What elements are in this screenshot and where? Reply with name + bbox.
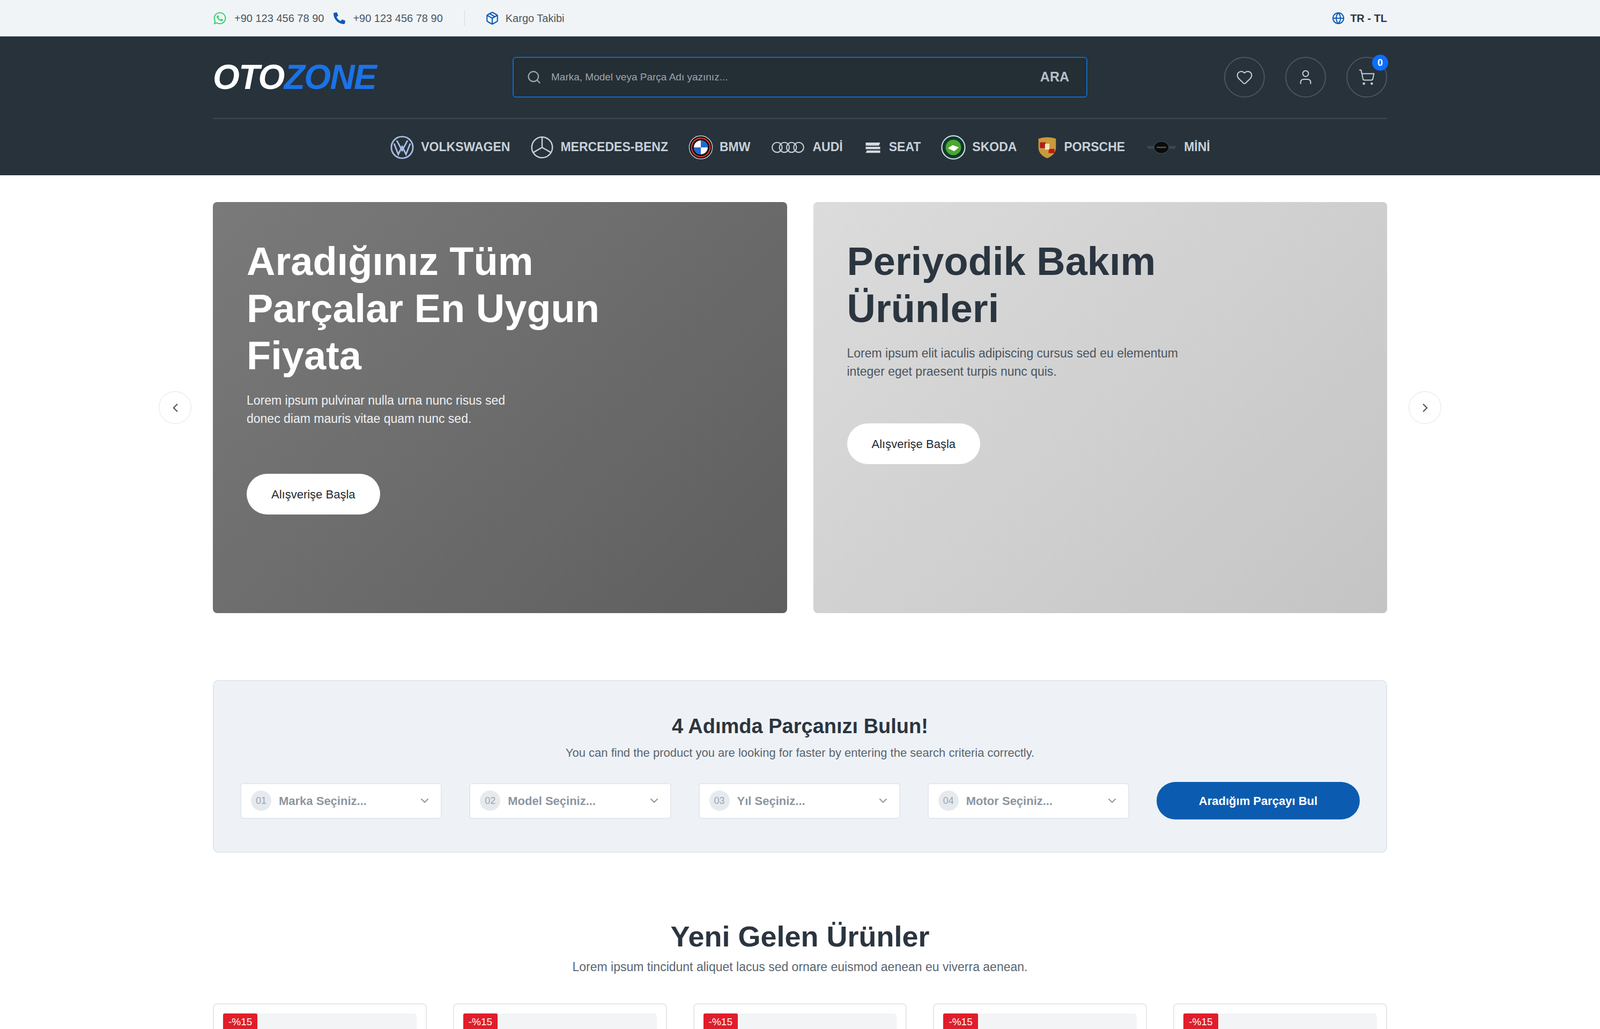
step-number: 04 [938, 790, 959, 812]
search-button[interactable]: ARA [1035, 67, 1074, 88]
chevron-right-icon [1418, 401, 1433, 416]
chevron-left-icon [168, 401, 183, 416]
brand-item[interactable]: PORSCHE [1036, 135, 1125, 160]
account-button[interactable] [1285, 56, 1327, 98]
product-card[interactable]: -%15 [932, 1003, 1147, 1029]
user-icon [1297, 68, 1315, 86]
logo[interactable]: OTOZONE [212, 60, 513, 95]
discount-badge: -%15 [943, 1013, 978, 1029]
product-card[interactable]: -%15 [693, 1003, 908, 1029]
brand-item[interactable]: VOLKSWAGEN [389, 135, 510, 160]
slider-next-button[interactable] [1408, 391, 1442, 425]
contact-item[interactable]: +90 123 456 78 90 [333, 10, 443, 27]
finder-select[interactable]: 02 Model Seçiniz... [469, 783, 671, 820]
chevron-down-icon [647, 794, 661, 808]
section-title: Yeni Gelen Ürünler [212, 919, 1388, 954]
discount-badge: -%15 [223, 1013, 258, 1029]
hero-banner[interactable]: Periyodik Bakım Ürünleri Lorem ipsum elit… [813, 202, 1388, 614]
mini-logo-icon [1145, 139, 1178, 156]
cart-icon [1358, 68, 1376, 86]
shop-button[interactable]: Alışverişe Başla [847, 423, 981, 465]
cart-button[interactable]: 0 [1346, 56, 1388, 98]
seat-logo-icon [863, 137, 883, 158]
brand-item[interactable]: SKODA [941, 135, 1017, 160]
search-icon [526, 69, 542, 85]
brand-item[interactable]: SEAT [863, 137, 922, 158]
hero-slider: Aradığınız Tüm Parçalar En Uygun Fiyata L… [212, 202, 1388, 614]
select-placeholder: Model Seçiniz... [507, 792, 640, 811]
heart-icon [1235, 68, 1254, 86]
banner-title: Aradığınız Tüm Parçalar En Uygun Fiyata [246, 238, 687, 380]
select-placeholder: Marka Seçiniz... [278, 792, 411, 811]
select-placeholder: Yıl Seçiniz... [737, 792, 870, 811]
brand-item[interactable]: MERCEDES-BENZ [530, 135, 669, 160]
discount-badge: -%15 [463, 1013, 498, 1029]
contact-text: +90 123 456 78 90 [352, 10, 443, 27]
package-icon [485, 11, 500, 26]
find-part-button[interactable]: Aradığım Parçayı Bul [1156, 782, 1360, 820]
finder-title: 4 Adımda Parçanızı Bulun! [240, 713, 1360, 740]
contact-item[interactable]: +90 123 456 78 90 [212, 10, 324, 27]
finder-select[interactable]: 03 Yıl Seçiniz... [698, 783, 901, 820]
brand-item[interactable]: MİNİ [1145, 137, 1211, 157]
product-card[interactable]: -%15 [453, 1003, 668, 1029]
finder-subtitle: You can find the product you are looking… [240, 744, 1360, 762]
phone-icon [333, 12, 346, 25]
header: OTOZONEMarka, Model veya Parça Adı yazın… [0, 36, 1600, 176]
select-placeholder: Motor Seçiniz... [966, 792, 1099, 811]
search-placeholder[interactable]: Marka, Model veya Parça Adı yazınız... [551, 69, 1027, 86]
page: +90 123 456 78 90 +90 123 456 78 90 Kargo … [0, 0, 1600, 1029]
banner-title: Periyodik Bakım Ürünleri [847, 238, 1287, 333]
whatsapp-icon [212, 11, 227, 26]
cart-badge: 0 [1372, 54, 1389, 71]
finder-select[interactable]: 01 Marka Seçiniz... [240, 783, 442, 820]
banner-text: Lorem ipsum pulvinar nulla urna nunc ris… [246, 391, 526, 428]
locale-selector[interactable]: TR - TL [1331, 10, 1388, 27]
banner-text: Lorem ipsum elit iaculis adipiscing curs… [847, 344, 1180, 381]
globe-icon [1331, 11, 1345, 25]
audi-logo-icon [770, 140, 806, 155]
shop-button[interactable]: Alışverişe Başla [246, 473, 381, 515]
discount-badge: -%15 [703, 1013, 738, 1029]
step-number: 01 [250, 790, 272, 812]
contact-text: +90 123 456 78 90 [234, 10, 324, 27]
part-finder: 4 Adımda Parçanızı Bulun! You can find th… [212, 680, 1388, 854]
finder-select[interactable]: 04 Motor Seçiniz... [927, 783, 1130, 820]
brand-item[interactable]: BMW [688, 135, 751, 160]
step-number: 03 [709, 790, 730, 812]
discount-badge: -%15 [1183, 1013, 1218, 1029]
brand-item[interactable]: AUDİ [770, 137, 843, 157]
bmw-logo-icon [688, 135, 714, 160]
slider-prev-button[interactable] [158, 391, 192, 425]
search-bar[interactable]: Marka, Model veya Parça Adı yazınız... AR… [512, 56, 1088, 98]
top-bar: +90 123 456 78 90 +90 123 456 78 90 Kargo … [0, 0, 1600, 37]
section-subtitle: Lorem ipsum tincidunt aliquet lacus sed … [212, 958, 1388, 977]
step-number: 02 [479, 790, 501, 812]
chevron-down-icon [1105, 794, 1119, 808]
tracking-link[interactable]: Kargo Takibi [485, 10, 565, 27]
mercedes-logo-icon [530, 135, 554, 160]
product-card[interactable]: -%15 [212, 1003, 427, 1029]
wishlist-button[interactable] [1224, 56, 1265, 98]
chevron-down-icon [418, 794, 432, 808]
vw-logo-icon [389, 135, 415, 160]
chevron-down-icon [876, 794, 890, 808]
product-card[interactable]: -%15 [1173, 1003, 1388, 1029]
porsche-logo-icon [1036, 135, 1058, 160]
skoda-logo-icon [941, 135, 966, 160]
divider [464, 10, 465, 26]
hero-banner[interactable]: Aradığınız Tüm Parçalar En Uygun Fiyata L… [212, 202, 788, 614]
new-products: Yeni Gelen Ürünler Lorem ipsum tincidunt … [212, 919, 1388, 1029]
brand-nav: VOLKSWAGEN MERCEDES-BENZ BMW AUDİ SEAT SKODA P… [212, 117, 1388, 176]
